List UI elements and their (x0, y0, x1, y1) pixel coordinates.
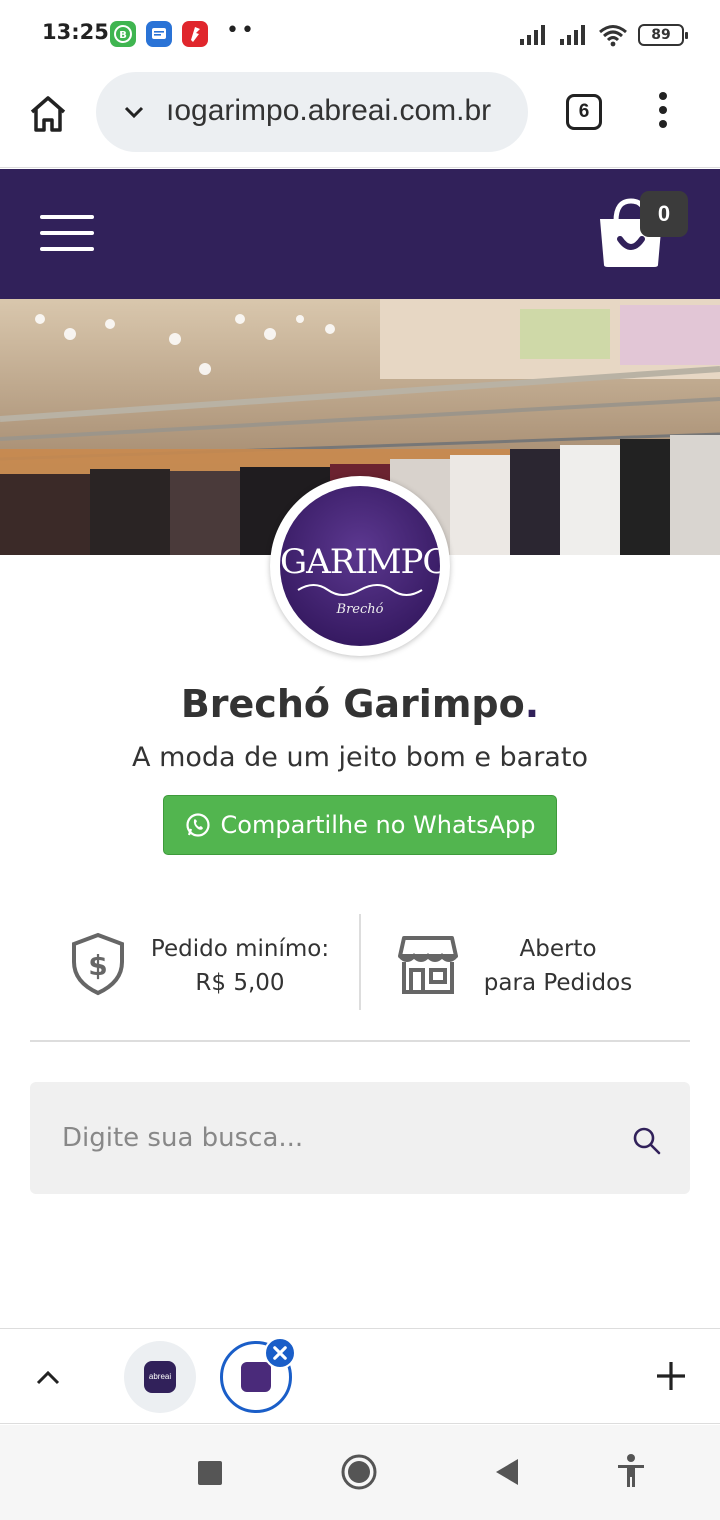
hamburger-menu-icon[interactable] (40, 215, 94, 255)
open-status-line1: Aberto (519, 936, 597, 962)
store-tagline: A moda de um jeito bom e barato (132, 742, 588, 773)
open-status-line2: para Pedidos (483, 970, 633, 996)
min-order-label: Pedido minímo: (150, 936, 330, 962)
address-bar[interactable]: ıogarimpo.abreai.com.br (96, 72, 528, 152)
store-name-text: Brechó Garimpo (180, 682, 525, 726)
garimpo-favicon-icon (241, 1362, 271, 1392)
logo-subtext: Brechó (336, 602, 384, 617)
svg-text:$: $ (88, 949, 107, 982)
signal-icon (560, 25, 585, 45)
store-name-dot: . (524, 682, 540, 726)
signal-icon (520, 25, 545, 45)
store-icon (398, 936, 458, 994)
nav-home-icon[interactable] (340, 1453, 378, 1491)
more-notifications-indicator: •• (226, 18, 256, 43)
chevron-up-icon[interactable] (34, 1363, 62, 1391)
store-logo: GARIMPO Brechó (270, 476, 450, 656)
share-whatsapp-button[interactable]: Compartilhe no WhatsApp (163, 795, 557, 855)
logo-ornament-icon (297, 584, 423, 596)
system-icons: 89 (518, 20, 688, 50)
messages-icon (146, 21, 172, 47)
store-name: Brechó Garimpo. (0, 682, 720, 726)
status-time: 13:25 (42, 20, 109, 44)
cart-count-badge[interactable]: 0 (640, 191, 688, 237)
svg-text:B: B (119, 30, 127, 41)
search-icon[interactable] (632, 1126, 662, 1156)
accessibility-icon[interactable] (616, 1453, 646, 1489)
chevron-down-icon[interactable] (120, 98, 148, 126)
system-nav-bar (0, 1425, 720, 1520)
tab-switcher-button[interactable]: 6 (566, 94, 602, 130)
back-icon[interactable] (494, 1457, 520, 1487)
search-input[interactable] (62, 1116, 602, 1160)
more-options-icon[interactable] (652, 92, 674, 132)
whatsapp-icon (185, 813, 210, 837)
info-divider (359, 914, 361, 1010)
share-whatsapp-label: Compartilhe no WhatsApp (220, 811, 536, 839)
site-header: 0 (0, 169, 720, 299)
add-tab-icon[interactable] (654, 1359, 688, 1393)
store-info-row: $ Pedido minímo: R$ 5,00 Aberto para Ped… (30, 914, 690, 1010)
status-bar: 13:25 B •• 89 (0, 0, 720, 68)
browser-tab-strip: abreai (0, 1328, 720, 1424)
app-notification-icon (182, 21, 208, 47)
tab-abreai[interactable]: abreai (124, 1341, 196, 1413)
browser-toolbar: ıogarimpo.abreai.com.br 6 (0, 68, 720, 168)
battery-icon: 89 (638, 24, 688, 46)
shield-dollar-icon: $ (72, 932, 124, 996)
recents-icon[interactable] (198, 1461, 222, 1485)
min-order-value: R$ 5,00 (195, 970, 285, 996)
search-box[interactable] (30, 1082, 690, 1194)
section-divider (30, 1040, 690, 1042)
open-status-info: Aberto para Pedidos (470, 932, 646, 1000)
home-icon[interactable] (24, 90, 72, 138)
logo-text: GARIMPO (280, 542, 440, 582)
wifi-icon (599, 25, 627, 47)
min-order-info: Pedido minímo: R$ 5,00 (140, 932, 340, 1000)
url-text[interactable]: ıogarimpo.abreai.com.br (166, 94, 491, 128)
whatsapp-business-icon: B (110, 21, 136, 47)
tab-favicon: abreai (144, 1361, 176, 1393)
close-icon[interactable] (264, 1337, 296, 1369)
